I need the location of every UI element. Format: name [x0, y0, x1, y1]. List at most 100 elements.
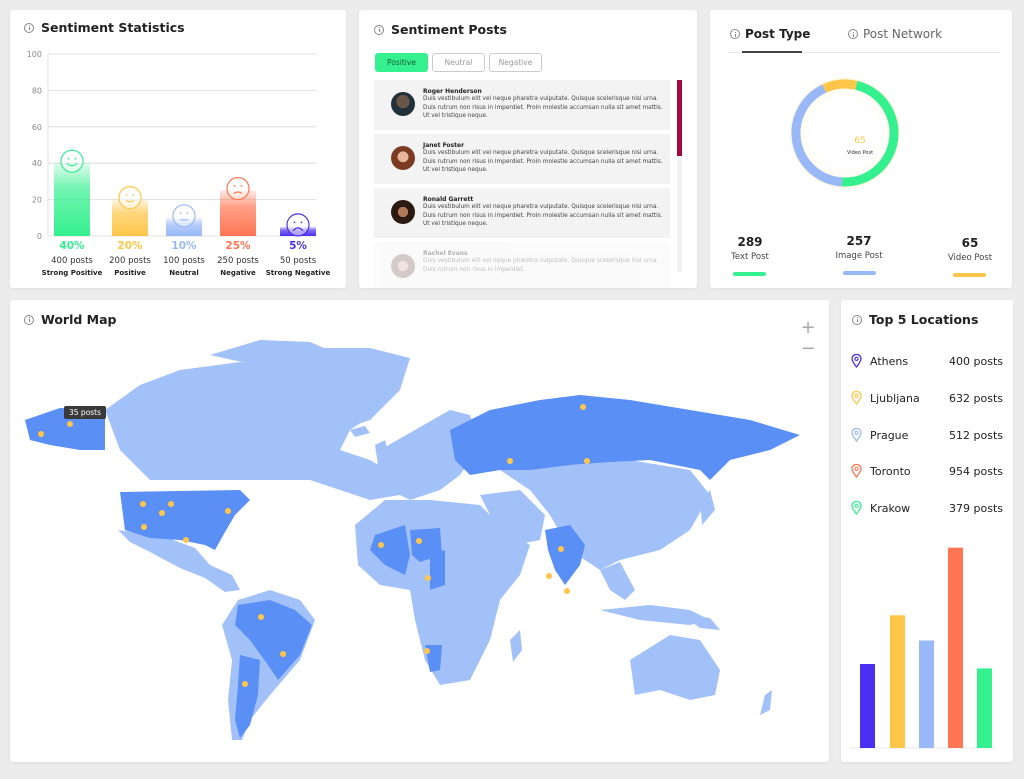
info-icon[interactable] [374, 24, 384, 35]
avatar [391, 92, 415, 116]
scrollbar-thumb[interactable] [677, 80, 682, 156]
post-text: Duis vestibulum elit vel neque pharetra … [423, 258, 659, 273]
sentiment-statistics-header: Sentiment Statistics [24, 20, 185, 35]
post-item[interactable]: Roger Henderson Duis vestibulum elit vel… [374, 80, 670, 130]
map-marker [584, 458, 590, 464]
location-name: Ljubljana [870, 391, 920, 405]
location-post-count: 632 posts [949, 391, 1003, 405]
location-name: Toronto [870, 464, 911, 478]
video-post-legend-bar [953, 273, 986, 277]
tab-post-network-label: Post Network [863, 27, 943, 41]
sentiment-statistics-title: Sentiment Statistics [41, 20, 185, 35]
zoom-out-button[interactable]: − [800, 340, 816, 358]
avatar [391, 254, 415, 278]
map-pin-icon [851, 464, 862, 478]
location-bar-toronto[interactable] [948, 547, 963, 748]
tab-negative[interactable]: Negative [489, 53, 542, 72]
top-locations-card: Top 5 Locations Athens 400 posts Ljublja… [841, 300, 1013, 762]
post-author: Roger Henderson [423, 88, 482, 95]
y-tick-label: 40 [32, 159, 42, 168]
map-tooltip: 35 posts [64, 406, 107, 419]
map-marker [425, 575, 431, 581]
location-bar-ljubljana[interactable] [890, 615, 905, 748]
y-tick-label: 20 [32, 196, 42, 205]
tab-neutral[interactable]: Neutral [432, 53, 485, 72]
location-row[interactable]: Toronto 954 posts [851, 463, 1003, 479]
post-item[interactable]: Rachel Evans Duis vestibulum elit vel ne… [374, 242, 670, 288]
image-post-label: Image Post [835, 251, 883, 261]
zoom-in-button[interactable]: + [800, 319, 816, 337]
post-author: Janet Foster [423, 142, 465, 149]
map-pin-icon [851, 391, 862, 405]
location-bar-krakow[interactable] [977, 668, 992, 748]
tab-post-network[interactable]: Post Network [848, 27, 942, 41]
location-row[interactable]: Krakow 379 posts [851, 500, 1003, 516]
sentiment-statistics-card: 0 20 40 60 80 100 Sentiment Statistics 40% 400… [10, 10, 346, 288]
location-row[interactable]: Prague 512 posts [851, 427, 1003, 443]
map-marker [546, 573, 552, 579]
active-tab-indicator [742, 51, 802, 53]
neutral-face-icon [172, 204, 196, 228]
map-marker [416, 538, 422, 544]
country-madagascar [510, 630, 522, 662]
top-locations-title: Top 5 Locations [869, 312, 979, 327]
y-tick-label: 80 [32, 86, 42, 95]
post-author: Ronald Garrett [423, 196, 474, 203]
location-row[interactable]: Ljubljana 632 posts [851, 390, 1003, 406]
video-post-label: Video Post [947, 253, 993, 263]
info-icon [848, 29, 858, 39]
world-map-card: World Map + − 35 posts [10, 300, 829, 762]
map-marker [225, 508, 231, 514]
donut-center-value: 65 [854, 136, 866, 146]
map-marker [558, 546, 564, 552]
donut-slice-video-post[interactable] [822, 79, 858, 93]
map-pin-icon [851, 354, 862, 368]
country-se-asia [600, 562, 635, 600]
map-marker [564, 588, 570, 594]
avatar [391, 146, 415, 170]
sentiment-posts-title: Sentiment Posts [391, 22, 507, 37]
location-bar-athens[interactable] [860, 664, 875, 748]
post-text: Duis vestibulum elit vel neque pharetra … [423, 96, 663, 120]
top-locations-header: Top 5 Locations [852, 312, 978, 327]
post-item[interactable]: Ronald Garrett Duis vestibulum elit vel … [374, 188, 670, 238]
category-label: Strong Negative [265, 269, 331, 277]
map-marker [159, 510, 165, 516]
location-post-count: 954 posts [949, 464, 1003, 478]
map-marker [38, 431, 44, 437]
country-new-zealand [760, 690, 772, 715]
map-marker [378, 542, 384, 548]
map-marker [168, 501, 174, 507]
location-name: Athens [870, 354, 909, 368]
location-post-count: 512 posts [949, 428, 1003, 442]
text-post-count: 289 [737, 235, 763, 249]
sad-face-icon [226, 176, 250, 201]
tab-post-type[interactable]: Post Type [730, 27, 810, 41]
very-sad-face-icon [286, 213, 310, 237]
location-row[interactable]: Athens 400 posts [851, 353, 1003, 369]
info-icon[interactable] [24, 22, 34, 33]
donut-center-label: Video Post [846, 150, 874, 156]
info-icon[interactable] [24, 314, 34, 325]
location-name: Krakow [870, 501, 911, 515]
post-item[interactable]: Janet Foster Duis vestibulum elit vel ne… [374, 134, 670, 184]
map-marker [141, 524, 147, 530]
post-author: Rachel Evans [423, 250, 468, 257]
bar-strong-positive[interactable] [54, 163, 90, 236]
tab-positive[interactable]: Positive [375, 53, 428, 72]
map-marker [580, 404, 586, 410]
location-bar-prague[interactable] [919, 640, 934, 748]
location-post-count: 379 posts [949, 501, 1003, 515]
text-post-legend-bar [733, 272, 766, 276]
video-post-count: 65 [961, 236, 979, 250]
map-marker [424, 648, 430, 654]
location-post-count: 400 posts [949, 354, 1003, 368]
post-text: Duis vestibulum elit vel neque pharetra … [423, 204, 663, 228]
info-icon[interactable] [852, 314, 862, 325]
info-icon [730, 29, 740, 39]
y-tick-label: 60 [32, 123, 42, 132]
location-name: Prague [870, 428, 909, 442]
sentiment-posts-header: Sentiment Posts [374, 22, 507, 37]
world-map[interactable] [10, 300, 829, 762]
map-pin-icon [851, 501, 862, 515]
